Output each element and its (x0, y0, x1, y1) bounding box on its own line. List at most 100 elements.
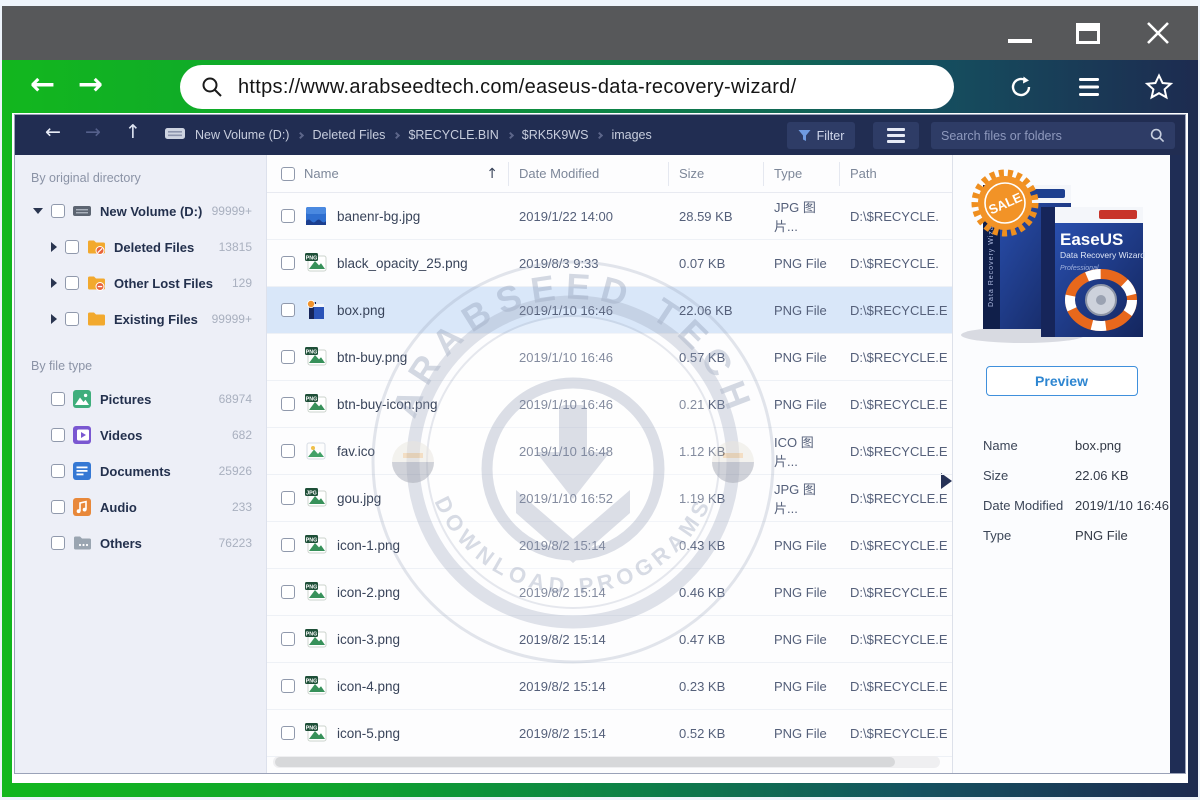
type-count: 68974 (219, 392, 252, 406)
type-checkbox[interactable] (51, 428, 65, 442)
file-name: icon-4.png (337, 679, 400, 694)
preview-button[interactable]: Preview (986, 366, 1138, 396)
audio-icon (73, 498, 92, 516)
app-up-button[interactable]: ↑ (125, 121, 141, 143)
row-checkbox[interactable] (281, 679, 295, 693)
bookmark-star-icon[interactable] (1144, 73, 1174, 101)
refresh-icon[interactable] (1008, 74, 1034, 100)
column-name[interactable]: Name ↑ (267, 162, 509, 186)
row-checkbox[interactable] (281, 397, 295, 411)
table-row[interactable]: PNGicon-1.png2019/8/2 15:140.43 KBPNG Fi… (267, 522, 952, 569)
minimize-button[interactable] (1008, 39, 1032, 43)
app-forward-button[interactable]: → (85, 121, 101, 143)
breadcrumb-item[interactable]: New Volume (D:) (195, 128, 289, 142)
sidebar-item-audio[interactable]: Audio233 (15, 489, 266, 525)
breadcrumb-item[interactable]: images (611, 128, 651, 142)
file-path: D:\$RECYCLE.E (840, 397, 952, 412)
caret-collapsed-icon[interactable] (51, 314, 57, 324)
row-checkbox[interactable] (281, 303, 295, 317)
type-checkbox[interactable] (51, 536, 65, 550)
row-checkbox[interactable] (281, 585, 295, 599)
caret-expanded-icon[interactable] (33, 208, 43, 214)
table-row[interactable]: banenr-bg.jpg2019/1/22 14:0028.59 KBJPG … (267, 193, 952, 240)
documents-icon (73, 462, 92, 480)
table-row[interactable]: PNGbtn-buy-icon.png2019/1/10 16:460.21 K… (267, 381, 952, 428)
browser-back-button[interactable]: ← (30, 67, 55, 102)
maximize-button[interactable] (1076, 23, 1100, 44)
sidebar-item-documents[interactable]: Documents25926 (15, 453, 266, 489)
sidebar-item-other-lost-files[interactable]: Other Lost Files129 (15, 265, 266, 301)
type-count: 233 (232, 500, 252, 514)
file-path: D:\$RECYCLE.E (840, 585, 952, 600)
table-row[interactable]: PNGicon-2.png2019/8/2 15:140.46 KBPNG Fi… (267, 569, 952, 616)
table-row[interactable]: PNGblack_opacity_25.png2019/8/3 9:330.07… (267, 240, 952, 287)
url-input[interactable] (238, 76, 934, 99)
browser-navbar: ← → (2, 60, 1198, 113)
tree-checkbox[interactable] (65, 276, 79, 290)
section-by-original-directory: By original directory (31, 171, 266, 185)
row-checkbox[interactable] (281, 538, 295, 552)
browser-window: ← → (2, 6, 1198, 797)
file-type: JPG 图片... (764, 479, 840, 517)
column-path[interactable]: Path (840, 162, 952, 186)
table-row[interactable]: PNGbtn-buy.png2019/1/10 16:460.57 KBPNG … (267, 334, 952, 381)
type-checkbox[interactable] (51, 392, 65, 406)
row-checkbox[interactable] (281, 726, 295, 740)
table-row[interactable]: PNGicon-5.png2019/8/2 15:140.52 KBPNG Fi… (267, 710, 952, 757)
select-all-checkbox[interactable] (281, 167, 295, 181)
table-row[interactable]: JPGgou.jpg2019/1/10 16:521.19 KBJPG 图片..… (267, 475, 952, 522)
tree-checkbox[interactable] (65, 240, 79, 254)
tree-item-label: Deleted Files (114, 240, 211, 255)
sidebar-item-existing-files[interactable]: Existing Files99999+ (15, 301, 266, 337)
type-checkbox[interactable] (51, 464, 65, 478)
column-type[interactable]: Type (764, 162, 840, 186)
view-options-button[interactable] (873, 122, 919, 149)
tree-checkbox[interactable] (65, 312, 79, 326)
table-row[interactable]: PNGicon-4.png2019/8/2 15:140.23 KBPNG Fi… (267, 663, 952, 710)
sidebar: By original directory New Volume (D:)999… (15, 155, 267, 773)
row-checkbox[interactable] (281, 209, 295, 223)
breadcrumb-item[interactable]: $RK5K9WS (522, 128, 589, 142)
table-row[interactable]: PNGicon-3.png2019/8/2 15:140.47 KBPNG Fi… (267, 616, 952, 663)
breadcrumb-item[interactable]: $RECYCLE.BIN (408, 128, 498, 142)
detail-row: TypePNG File (953, 520, 1170, 550)
caret-collapsed-icon[interactable] (51, 242, 57, 252)
file-type: PNG File (764, 538, 840, 553)
svg-text:PNG: PNG (306, 255, 318, 261)
browser-forward-button[interactable]: → (78, 67, 103, 102)
column-size[interactable]: Size (669, 162, 764, 186)
horizontal-scrollbar[interactable] (273, 756, 940, 768)
sidebar-item-pictures[interactable]: Pictures68974 (15, 381, 266, 417)
caret-collapsed-icon[interactable] (51, 278, 57, 288)
table-row[interactable]: fav.ico2019/1/10 16:481.12 KBICO 图片...D:… (267, 428, 952, 475)
file-path: D:\$RECYCLE.E (840, 444, 952, 459)
filter-button[interactable]: Filter (787, 122, 855, 149)
tree-checkbox[interactable] (51, 204, 65, 218)
app-search-box[interactable] (931, 122, 1175, 149)
file-thumbnail-icon: PNG (304, 674, 328, 698)
app-search-input[interactable] (941, 129, 1150, 143)
row-checkbox[interactable] (281, 632, 295, 646)
sidebar-item-others[interactable]: Others76223 (15, 525, 266, 561)
sidebar-item-videos[interactable]: Videos682 (15, 417, 266, 453)
address-bar[interactable] (180, 65, 954, 109)
sidebar-item-new-volume-d-[interactable]: New Volume (D:)99999+ (15, 193, 266, 229)
menu-icon[interactable] (1076, 76, 1102, 98)
type-checkbox[interactable] (51, 500, 65, 514)
file-type: PNG File (764, 256, 840, 271)
breadcrumb-separator-icon (393, 131, 400, 138)
row-checkbox[interactable] (281, 491, 295, 505)
file-date-modified: 2019/1/10 16:46 (509, 397, 669, 412)
column-date-modified[interactable]: Date Modified (509, 162, 669, 186)
close-button[interactable] (1144, 19, 1172, 47)
scrollbar-thumb[interactable] (275, 757, 895, 767)
row-checkbox[interactable] (281, 444, 295, 458)
row-checkbox[interactable] (281, 350, 295, 364)
table-row[interactable]: box.png2019/1/10 16:4622.06 KBPNG FileD:… (267, 287, 952, 334)
drive-icon (165, 127, 185, 140)
breadcrumb-item[interactable]: Deleted Files (312, 128, 385, 142)
app-back-button[interactable]: ← (45, 121, 61, 143)
row-checkbox[interactable] (281, 256, 295, 270)
sort-ascending-icon[interactable]: ↑ (486, 166, 498, 182)
sidebar-item-deleted-files[interactable]: Deleted Files13815 (15, 229, 266, 265)
